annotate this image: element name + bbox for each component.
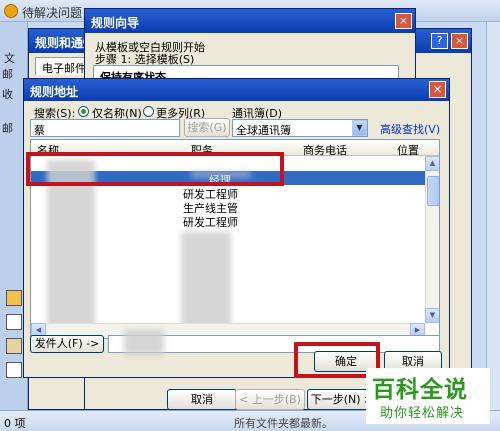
outlook-right-scrollbar[interactable]: [486, 22, 500, 416]
radio-more-columns[interactable]: [143, 106, 154, 117]
nav-letter-3[interactable]: 邮: [2, 120, 24, 136]
table-vertical-scrollbar[interactable]: [425, 156, 439, 323]
nav-letter-1[interactable]: 邮: [2, 66, 24, 82]
address-book-select[interactable]: 全球通讯簿: [232, 119, 368, 137]
from-button[interactable]: 发件人(F) ->: [30, 335, 104, 353]
watermark-logo: 百科全说 助你轻松解决: [366, 368, 490, 424]
address-close-button[interactable]: ×: [429, 81, 446, 98]
status-message: 所有文件夹都最新。: [234, 417, 333, 430]
row-title: 研发工程师: [183, 216, 238, 229]
scroll-down-icon[interactable]: ▼: [425, 308, 439, 323]
search-go-button[interactable]: 搜索(G): [184, 118, 230, 137]
wizard-title: 规则向导: [85, 9, 415, 33]
contacts-nav-icon[interactable]: [6, 338, 22, 354]
col-location[interactable]: 位置: [397, 142, 419, 158]
wizard-close-button[interactable]: ×: [395, 13, 412, 29]
outlook-logo-icon: [4, 4, 18, 18]
tasks-nav-icon[interactable]: [6, 362, 22, 378]
wizard-back-button[interactable]: < 上一步(B): [235, 389, 305, 410]
help-button[interactable]: ?: [431, 33, 448, 49]
radio-name-only[interactable]: [78, 106, 89, 117]
rules-close-button[interactable]: ×: [451, 33, 468, 49]
address-title: 规则地址: [24, 79, 449, 101]
mail-nav-icon[interactable]: [6, 290, 22, 306]
nav-letter-2[interactable]: 收: [2, 86, 24, 102]
chevron-down-icon[interactable]: ▼: [352, 120, 367, 136]
from-blur-mask: [124, 329, 164, 355]
calendar-nav-icon[interactable]: [6, 314, 22, 330]
search-input[interactable]: 蔡: [30, 119, 180, 137]
advanced-find-link[interactable]: 高级查找(V): [380, 121, 440, 137]
scroll-thumb[interactable]: [427, 176, 439, 206]
wizard-cancel-button[interactable]: 取消: [167, 389, 237, 410]
watermark-subtitle: 助你轻松解决: [380, 406, 465, 421]
toolbar-fragment: 文: [4, 52, 15, 65]
watermark-title: 百科全说: [372, 377, 468, 403]
status-count: 0 项: [4, 417, 26, 430]
highlight-selected-row: [26, 152, 284, 186]
rule-address-dialog: 规则地址 × 搜索(S): 仅名称(N) 更多列(R) 通讯簿(D) 蔡 搜索(…: [23, 78, 450, 378]
title-blur-mask: [181, 232, 231, 328]
col-phone[interactable]: 商务电话: [303, 142, 347, 158]
scroll-up-icon[interactable]: ▲: [425, 156, 439, 171]
outlook-title: 待解决问题 -: [22, 6, 91, 20]
